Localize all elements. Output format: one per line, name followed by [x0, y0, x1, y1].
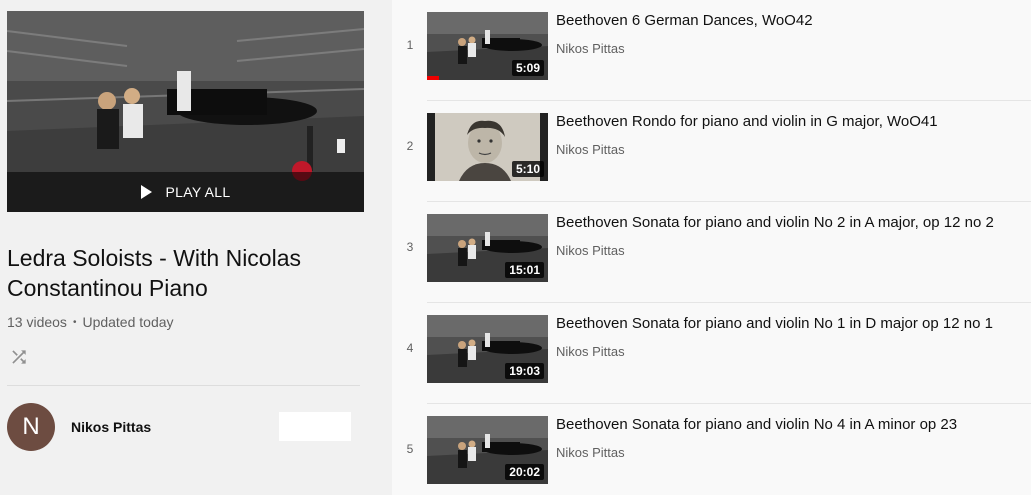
owner-avatar[interactable]: N	[7, 403, 55, 451]
video-thumbnail[interactable]: 5:10	[427, 113, 548, 181]
video-index: 3	[406, 240, 414, 254]
watch-progress-bar	[427, 76, 439, 80]
avatar-initial: N	[22, 413, 40, 440]
video-channel[interactable]: Nikos Pittas	[556, 41, 625, 56]
video-title[interactable]: Beethoven Sonata for piano and violin No…	[556, 315, 993, 332]
playlist-page: PLAY ALL Ledra Soloists - With Nicolas C…	[0, 0, 1031, 495]
playlist-video-item[interactable]: 1 5:09 Beethoven 6 German Dances, WoO42 Nik…	[392, 0, 1031, 101]
updated-date: Updated today	[82, 314, 174, 330]
playlist-video-item[interactable]: 4 19:03 Beethoven Sonata for piano and vio…	[392, 303, 1031, 404]
video-duration: 5:10	[511, 161, 544, 177]
playlist-hero-thumbnail[interactable]: PLAY ALL	[7, 11, 364, 212]
video-index: 4	[406, 341, 414, 355]
video-title[interactable]: Beethoven Sonata for piano and violin No…	[556, 214, 994, 231]
owner-name[interactable]: Nikos Pittas	[71, 419, 151, 435]
video-duration: 5:09	[511, 60, 544, 76]
video-index: 5	[406, 442, 414, 456]
playlist-video-list: 1 5:09 Beethoven 6 German Dances, WoO42 Nik…	[392, 0, 1031, 495]
video-duration: 20:02	[505, 464, 544, 480]
video-channel[interactable]: Nikos Pittas	[556, 445, 625, 460]
video-thumbnail[interactable]: 19:03	[427, 315, 548, 383]
meta-separator: •	[72, 316, 77, 328]
video-thumbnail[interactable]: 15:01	[427, 214, 548, 282]
video-count: 13 videos	[7, 314, 67, 330]
video-thumbnail[interactable]: 20:02	[427, 416, 548, 484]
playlist-video-item[interactable]: 3 15:01 Beethoven Sonata for piano and vio…	[392, 202, 1031, 303]
video-title[interactable]: Beethoven Rondo for piano and violin in …	[556, 113, 938, 130]
play-all-label: PLAY ALL	[165, 184, 231, 200]
video-index: 2	[406, 139, 414, 153]
video-channel[interactable]: Nikos Pittas	[556, 344, 625, 359]
play-all-button[interactable]: PLAY ALL	[7, 172, 364, 212]
video-title[interactable]: Beethoven Sonata for piano and violin No…	[556, 416, 957, 433]
playlist-stats: 13 videos • Updated today	[7, 314, 174, 330]
owner-action-button[interactable]	[279, 412, 351, 441]
video-thumbnail[interactable]: 5:09	[427, 12, 548, 80]
sidebar-divider	[7, 385, 360, 386]
playlist-sidebar: PLAY ALL Ledra Soloists - With Nicolas C…	[0, 0, 392, 495]
video-channel[interactable]: Nikos Pittas	[556, 243, 625, 258]
video-channel[interactable]: Nikos Pittas	[556, 142, 625, 157]
video-index: 1	[406, 38, 414, 52]
playlist-video-item[interactable]: 5 20:02 Beethoven Sonata for piano and vio…	[392, 404, 1031, 495]
playlist-title: Ledra Soloists - With Nicolas Constantin…	[7, 245, 301, 301]
video-duration: 15:01	[505, 262, 544, 278]
playlist-video-item[interactable]: 2 5:10 Beethoven Rondo for piano and violi…	[392, 101, 1031, 202]
shuffle-icon[interactable]	[9, 347, 29, 367]
video-title[interactable]: Beethoven 6 German Dances, WoO42	[556, 12, 813, 29]
play-icon	[140, 185, 152, 199]
video-duration: 19:03	[505, 363, 544, 379]
